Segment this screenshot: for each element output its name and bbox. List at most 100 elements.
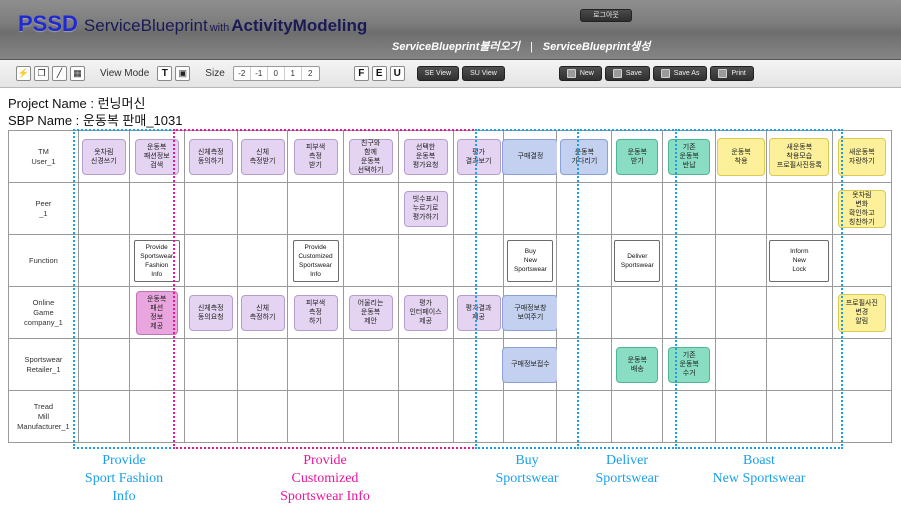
- activity-box[interactable]: 구매정보접수: [502, 346, 559, 383]
- grid-cell-r3-c6[interactable]: [342, 234, 399, 287]
- grid-cell-r3-c7[interactable]: [397, 234, 454, 287]
- grid-cell-r3-c4[interactable]: [236, 234, 289, 287]
- size-option-minus1[interactable]: -1: [251, 67, 268, 80]
- grid-cell-r2-c3[interactable]: [183, 182, 238, 235]
- size-option-minus2[interactable]: -2: [234, 67, 251, 80]
- shortcut-icon[interactable]: ⚡: [16, 66, 31, 81]
- grid-cell-r4-c4[interactable]: 신체 측정하기: [236, 286, 289, 339]
- grid-cell-r6-c5[interactable]: [287, 390, 344, 443]
- activity-box[interactable]: 신체측정 동의하기: [188, 138, 233, 175]
- grid-cell-r5-c11[interactable]: 운동복 배송: [611, 338, 664, 391]
- grid-cell-r4-c3[interactable]: 신체측정 동의요청: [183, 286, 238, 339]
- grid-cell-r6-c8[interactable]: [452, 390, 505, 443]
- grid-cell-r4-c1[interactable]: [77, 286, 130, 339]
- filter-u-button[interactable]: U: [389, 66, 405, 81]
- grid-cell-r1-c7[interactable]: 선택한 운동복 평가요청: [397, 130, 454, 183]
- grid-cell-r3-c15[interactable]: [831, 234, 893, 287]
- grid-cell-r1-c13[interactable]: 운동복 착용: [715, 130, 767, 183]
- grid-cell-r2-c7[interactable]: 빗수표시 누르기로 평가하기: [397, 182, 454, 235]
- activity-box[interactable]: 새운동복 자랑하기: [837, 137, 886, 176]
- grid-cell-r1-c9[interactable]: 구매결정: [502, 130, 559, 183]
- activity-box[interactable]: 신체측정 동의요청: [188, 294, 233, 331]
- grid-cell-r2-c2[interactable]: [128, 182, 185, 235]
- activity-box[interactable]: 신체 측정하기: [240, 294, 285, 331]
- grid-cell-r1-c15[interactable]: 새운동복 자랑하기: [831, 130, 893, 183]
- grid-cell-r4-c13[interactable]: [715, 286, 767, 339]
- activity-box[interactable]: 평가 인터페이스 제공: [403, 294, 448, 331]
- pen-icon[interactable]: ╱: [52, 66, 67, 81]
- grid-cell-r4-c10[interactable]: [556, 286, 613, 339]
- grid-cell-r5-c13[interactable]: [715, 338, 767, 391]
- grid-cell-r3-c11[interactable]: Deliver Sportswear: [611, 234, 664, 287]
- grid-cell-r2-c5[interactable]: [287, 182, 344, 235]
- grid-cell-r4-c11[interactable]: [611, 286, 664, 339]
- save-as-button[interactable]: Save As: [652, 66, 708, 81]
- grid-cell-r5-c6[interactable]: [342, 338, 399, 391]
- grid-cell-r6-c15[interactable]: [831, 390, 893, 443]
- copy-icon[interactable]: ❐: [34, 66, 49, 81]
- size-stepper[interactable]: -2 -1 0 1 2: [232, 66, 320, 81]
- grid-cell-r6-c2[interactable]: [128, 390, 185, 443]
- grid-cell-r3-c1[interactable]: [77, 234, 130, 287]
- grid-cell-r1-c1[interactable]: 옷차림 신경쓰기: [77, 130, 130, 183]
- grid-cell-r6-c11[interactable]: [611, 390, 664, 443]
- save-button[interactable]: Save: [604, 66, 650, 81]
- grid-cell-r6-c10[interactable]: [556, 390, 613, 443]
- grid-cell-r5-c9[interactable]: 구매정보접수: [502, 338, 559, 391]
- filter-e-button[interactable]: E: [371, 66, 387, 81]
- grid-cell-r5-c1[interactable]: [77, 338, 130, 391]
- su-view-button[interactable]: SU View: [462, 66, 505, 81]
- activity-box[interactable]: Inform New Lock: [769, 239, 830, 282]
- grid-cell-r6-c6[interactable]: [342, 390, 399, 443]
- grid-cell-r1-c12[interactable]: 기존 운동복 반납: [662, 130, 717, 183]
- activity-box[interactable]: Deliver Sportswear: [614, 239, 661, 282]
- size-option-plus1[interactable]: 1: [285, 67, 302, 80]
- activity-box[interactable]: 구매정보창 보여주기: [502, 294, 559, 331]
- activity-box[interactable]: Buy New Sportswear: [507, 239, 554, 282]
- activity-box[interactable]: 운동복 패션 정보 제공: [135, 290, 178, 335]
- activity-box[interactable]: 피부색 측정 하기: [293, 294, 338, 331]
- grid-cell-r6-c3[interactable]: [183, 390, 238, 443]
- grid-cell-r3-c10[interactable]: [556, 234, 613, 287]
- grid-cell-r6-c7[interactable]: [397, 390, 454, 443]
- grid-cell-r6-c9[interactable]: [503, 390, 558, 443]
- grid-cell-r6-c14[interactable]: [765, 390, 833, 443]
- grid-cell-r1-c6[interactable]: 친구와 함께 운동복 선택하기: [342, 130, 399, 183]
- grid-cell-r1-c3[interactable]: 신체측정 동의하기: [183, 130, 238, 183]
- activity-box[interactable]: 기존 운동복 반납: [668, 138, 711, 175]
- grid-cell-r4-c12[interactable]: [662, 286, 717, 339]
- activity-box[interactable]: 어울리는 운동복 제안: [348, 294, 393, 331]
- grid-cell-r1-c10[interactable]: 운동복 기다리기: [556, 130, 613, 183]
- print-button[interactable]: Print: [710, 66, 754, 81]
- grid-cell-r1-c8[interactable]: 평가 결과보기: [452, 130, 505, 183]
- grid-cell-r3-c3[interactable]: [183, 234, 238, 287]
- grid-cell-r2-c1[interactable]: [77, 182, 130, 235]
- grid-icon[interactable]: ▦: [70, 66, 85, 81]
- activity-box[interactable]: 옷차림 변화 확인하고 칭찬하기: [837, 189, 886, 228]
- grid-cell-r5-c2[interactable]: [128, 338, 185, 391]
- grid-cell-r4-c7[interactable]: 평가 인터페이스 제공: [397, 286, 454, 339]
- grid-cell-r2-c11[interactable]: [611, 182, 664, 235]
- grid-cell-r3-c13[interactable]: [715, 234, 767, 287]
- view-mode-text-button[interactable]: T: [157, 66, 173, 81]
- activity-box[interactable]: 기존 운동복 수거: [668, 346, 711, 383]
- nav-link-load-blueprint[interactable]: ServiceBlueprint불러오기: [392, 41, 520, 53]
- grid-cell-r2-c13[interactable]: [715, 182, 767, 235]
- grid-cell-r5-c8[interactable]: [452, 338, 505, 391]
- grid-cell-r5-c3[interactable]: [183, 338, 238, 391]
- logout-button[interactable]: 로그아웃: [580, 9, 632, 22]
- activity-box[interactable]: 빗수표시 누르기로 평가하기: [403, 190, 448, 227]
- grid-cell-r3-c8[interactable]: [452, 234, 505, 287]
- activity-box[interactable]: 운동복 기다리기: [560, 138, 609, 175]
- grid-cell-r4-c15[interactable]: 프로필사진 변경 알림: [831, 286, 893, 339]
- grid-cell-r2-c14[interactable]: [765, 182, 833, 235]
- grid-cell-r5-c14[interactable]: [765, 338, 833, 391]
- activity-box[interactable]: 평가결과 제공: [456, 294, 501, 331]
- grid-cell-r1-c4[interactable]: 신체 측정받기: [236, 130, 289, 183]
- grid-cell-r5-c12[interactable]: 기존 운동복 수거: [662, 338, 717, 391]
- grid-cell-r1-c14[interactable]: 새운동복 착용모습 프로필사진등록: [765, 130, 833, 183]
- activity-box[interactable]: 운동복 배송: [616, 346, 659, 383]
- activity-box[interactable]: 피부색 측정 받기: [293, 138, 338, 175]
- activity-box[interactable]: 평가 결과보기: [456, 138, 501, 175]
- grid-cell-r5-c15[interactable]: [831, 338, 893, 391]
